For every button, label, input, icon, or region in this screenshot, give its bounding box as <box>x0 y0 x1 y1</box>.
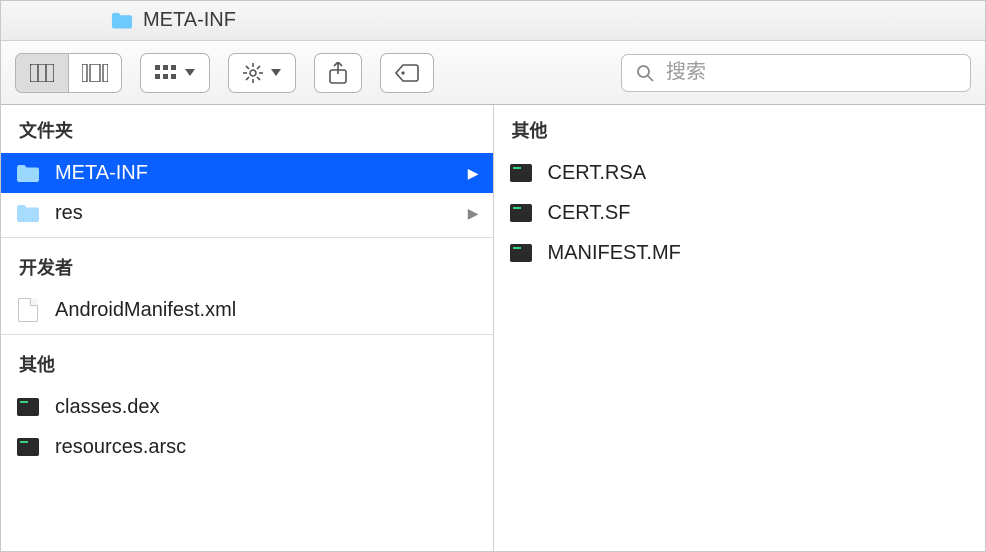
terminal-file-icon <box>508 204 534 222</box>
view-gallery-button[interactable] <box>69 54 121 92</box>
divider <box>1 237 493 238</box>
terminal-file-icon <box>508 164 534 182</box>
gear-icon <box>243 63 263 83</box>
folder-row-res[interactable]: res ▶ <box>1 193 493 233</box>
file-row-cert-rsa[interactable]: CERT.RSA <box>494 153 986 193</box>
arrange-icon <box>155 65 177 81</box>
search-icon <box>636 64 654 82</box>
window-title: META-INF <box>143 9 236 32</box>
arrange-button[interactable] <box>140 53 210 93</box>
chevron-down-icon <box>185 69 195 76</box>
column-left: 文件夹 META-INF ▶ res ▶ 开发者 AndroidMa <box>1 105 494 551</box>
view-mode-segment <box>15 53 122 93</box>
chevron-down-icon <box>271 69 281 76</box>
divider <box>1 334 493 335</box>
file-row-classes-dex[interactable]: classes.dex <box>1 387 493 427</box>
terminal-file-icon <box>508 244 534 262</box>
folder-icon <box>111 12 133 30</box>
section-header: 其他 <box>494 105 986 153</box>
toolbar <box>1 41 985 105</box>
view-columns-button[interactable] <box>16 54 69 92</box>
folder-row-meta-inf[interactable]: META-INF ▶ <box>1 153 493 193</box>
share-icon <box>329 62 347 84</box>
tags-button[interactable] <box>380 53 434 93</box>
search-input[interactable] <box>664 60 956 85</box>
document-icon <box>15 298 41 322</box>
search-field[interactable] <box>621 54 971 92</box>
terminal-file-icon <box>15 438 41 456</box>
chevron-right-icon: ▶ <box>468 205 479 222</box>
tags-icon <box>395 64 419 82</box>
file-row-manifest-mf[interactable]: MANIFEST.MF <box>494 233 986 273</box>
file-row-androidmanifest[interactable]: AndroidManifest.xml <box>1 290 493 330</box>
finder-body: 文件夹 META-INF ▶ res ▶ 开发者 AndroidMa <box>1 105 985 551</box>
folder-icon <box>15 164 41 183</box>
file-row-resources-arsc[interactable]: resources.arsc <box>1 427 493 467</box>
titlebar: META-INF <box>1 1 985 41</box>
row-label: CERT.RSA <box>548 162 647 185</box>
finder-window: META-INF <box>0 0 986 552</box>
row-label: resources.arsc <box>55 436 186 459</box>
row-label: CERT.SF <box>548 202 631 225</box>
section-header: 文件夹 <box>1 105 493 153</box>
folder-icon <box>15 204 41 223</box>
column-right: 其他 CERT.RSA CERT.SF MANIFEST.MF <box>494 105 986 551</box>
file-row-cert-sf[interactable]: CERT.SF <box>494 193 986 233</box>
chevron-right-icon: ▶ <box>468 165 479 182</box>
share-button[interactable] <box>314 53 362 93</box>
row-label: classes.dex <box>55 396 160 419</box>
row-label: MANIFEST.MF <box>548 242 681 265</box>
terminal-file-icon <box>15 398 41 416</box>
columns-view-icon <box>30 64 54 82</box>
row-label: AndroidManifest.xml <box>55 299 236 322</box>
section-header: 其他 <box>1 339 493 387</box>
row-label: res <box>55 202 83 225</box>
section-header: 开发者 <box>1 242 493 290</box>
row-label: META-INF <box>55 162 148 185</box>
action-button[interactable] <box>228 53 296 93</box>
gallery-view-icon <box>82 64 108 82</box>
